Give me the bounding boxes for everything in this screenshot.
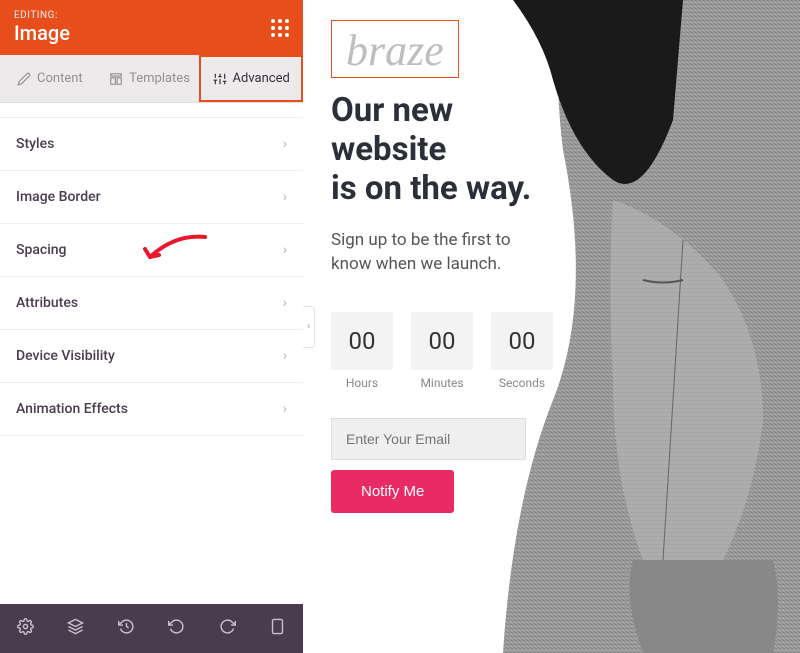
tab-templates[interactable]: Templates (100, 55, 200, 102)
mobile-icon[interactable] (269, 618, 286, 639)
settings-sections: Styles › Image Border › Spacing › Attrib… (0, 103, 303, 604)
logo-selection-box[interactable]: braze (331, 20, 459, 78)
section-spacing[interactable]: Spacing › (0, 224, 303, 277)
tab-advanced[interactable]: Advanced (199, 55, 303, 102)
brand-logo: braze (346, 29, 444, 73)
section-styles[interactable]: Styles › (0, 117, 303, 171)
tab-label: Content (37, 71, 83, 86)
chevron-right-icon: › (283, 348, 287, 364)
countdown-label: Seconds (491, 376, 553, 390)
chevron-right-icon: › (283, 136, 287, 152)
section-label: Device Visibility (16, 348, 115, 364)
section-label: Attributes (16, 295, 78, 311)
subtext: Sign up to be the first to know when we … (331, 229, 608, 277)
layers-icon[interactable] (67, 618, 84, 639)
editor-footer (0, 604, 303, 653)
tab-label: Advanced (233, 71, 290, 86)
settings-icon[interactable] (17, 618, 34, 639)
countdown-value: 00 (491, 312, 553, 370)
editor-tabs: Content Templates Advanced (0, 55, 303, 103)
countdown-value: 00 (411, 312, 473, 370)
redo-icon[interactable] (219, 618, 236, 639)
tab-label: Templates (129, 71, 190, 86)
section-device-visibility[interactable]: Device Visibility › (0, 330, 303, 383)
countdown-label: Hours (331, 376, 393, 390)
countdown-hours: 00 Hours (331, 312, 393, 390)
section-label: Animation Effects (16, 401, 128, 417)
editor-sidebar: EDITING: Image Content Templates Advance… (0, 0, 303, 653)
section-label: Image Border (16, 189, 101, 205)
notify-button[interactable]: Notify Me (331, 470, 454, 513)
countdown-value: 00 (331, 312, 393, 370)
chevron-right-icon: › (283, 295, 287, 311)
section-attributes[interactable]: Attributes › (0, 277, 303, 330)
chevron-right-icon: › (283, 242, 287, 258)
section-label: Styles (16, 136, 54, 152)
tab-content[interactable]: Content (0, 55, 100, 102)
section-animation-effects[interactable]: Animation Effects › (0, 383, 303, 436)
countdown-label: Minutes (411, 376, 473, 390)
headline: Our new website is on the way. (331, 92, 608, 209)
history-icon[interactable] (118, 618, 135, 639)
editor-header: EDITING: Image (0, 0, 303, 55)
countdown-minutes: 00 Minutes (411, 312, 473, 390)
countdown: 00 Hours 00 Minutes 00 Seconds (331, 312, 608, 390)
editing-label: EDITING: (14, 10, 70, 21)
chevron-right-icon: › (283, 401, 287, 417)
preview-canvas: ‹ braze Our new website is on the way. S… (303, 0, 800, 653)
section-image-border[interactable]: Image Border › (0, 171, 303, 224)
undo-icon[interactable] (168, 618, 185, 639)
preview-content: braze Our new website is on the way. Sig… (303, 0, 608, 513)
pencil-icon (17, 72, 31, 86)
countdown-seconds: 00 Seconds (491, 312, 553, 390)
editing-title: Image (14, 21, 70, 45)
apps-grid-icon[interactable] (271, 19, 289, 37)
template-icon (109, 72, 123, 86)
section-label: Spacing (16, 242, 67, 258)
annotation-arrow-icon (135, 229, 215, 279)
email-input[interactable] (331, 418, 526, 460)
sliders-icon (213, 72, 227, 86)
chevron-right-icon: › (283, 189, 287, 205)
